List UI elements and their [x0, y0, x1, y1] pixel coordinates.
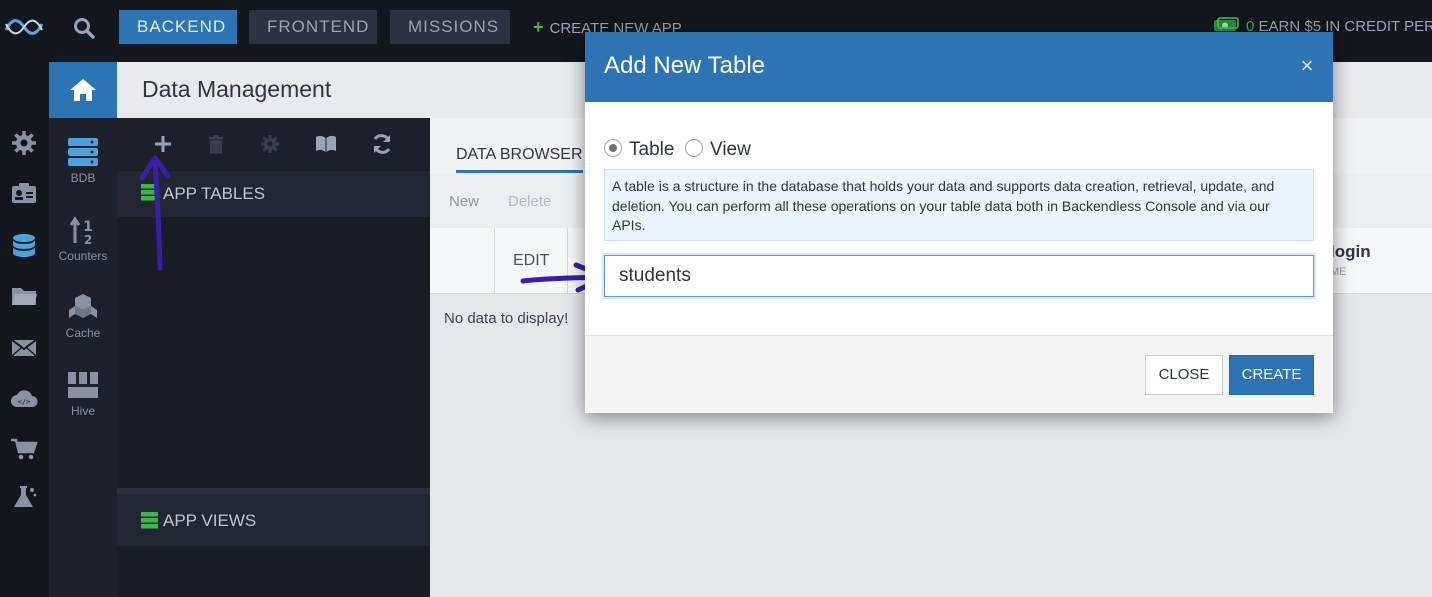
- refresh-icon[interactable]: [371, 133, 393, 155]
- gear-icon[interactable]: [259, 133, 281, 155]
- icon-rail: </>: [0, 55, 48, 597]
- tab-data-browser[interactable]: DATA BROWSER: [456, 146, 583, 173]
- app-views-label: APP VIEWS: [163, 511, 257, 530]
- subnav-item-label: Cache: [65, 326, 101, 340]
- table-stack-icon: [141, 184, 158, 201]
- dialog-header: Add New Table ×: [585, 32, 1333, 102]
- subnav-item-cache[interactable]: Cache: [49, 292, 117, 340]
- folder-icon[interactable]: [10, 283, 38, 309]
- table-name-input[interactable]: [604, 255, 1314, 297]
- subnav-item-bdb[interactable]: BDB: [49, 137, 117, 185]
- envelope-icon[interactable]: [10, 335, 38, 361]
- close-button[interactable]: CLOSE: [1145, 355, 1223, 395]
- backendless-logo-icon[interactable]: [4, 16, 44, 38]
- cache-icon: [69, 294, 97, 318]
- tables-panel: APP TABLES APP VIEWS: [117, 118, 430, 597]
- app-tables-header[interactable]: APP TABLES: [117, 171, 430, 217]
- plus-icon: +: [533, 17, 544, 37]
- book-icon[interactable]: [315, 133, 337, 155]
- hive-icon: [68, 372, 98, 398]
- app-tables-label: APP TABLES: [163, 184, 266, 203]
- add-table-dialog: Add New Table × Table View A table is a …: [585, 32, 1333, 413]
- login-column-header[interactable]: login: [1330, 242, 1371, 262]
- subnav-item-hive[interactable]: Hive: [49, 370, 117, 418]
- svg-text:2: 2: [84, 233, 92, 245]
- view-stack-icon: [141, 512, 158, 529]
- cart-icon[interactable]: [10, 436, 38, 462]
- radio-table-label[interactable]: Table: [629, 139, 674, 161]
- tables-toolbar: [117, 118, 430, 170]
- edit-column-label: EDIT: [513, 252, 550, 269]
- radio-view[interactable]: [685, 139, 703, 157]
- trash-icon[interactable]: [205, 133, 227, 155]
- subnav-item-counters[interactable]: 1 2 Counters: [49, 215, 117, 263]
- empty-state-text: No data to display!: [444, 310, 569, 327]
- radio-view-label[interactable]: View: [710, 139, 751, 161]
- radio-table[interactable]: [604, 139, 622, 157]
- plus-icon[interactable]: [152, 133, 174, 155]
- nav-backend-button[interactable]: BACKEND: [119, 10, 237, 44]
- dialog-footer: CLOSE CREATE: [585, 335, 1333, 413]
- home-button[interactable]: [49, 62, 117, 118]
- subnav-item-label: Counters: [58, 249, 108, 263]
- create-button[interactable]: CREATE: [1229, 355, 1314, 395]
- gear-icon[interactable]: [10, 130, 38, 156]
- table-description: A table is a structure in the database t…: [604, 169, 1314, 241]
- money-icon: [1214, 17, 1239, 31]
- flask-icon[interactable]: [10, 484, 38, 510]
- data-subnav: BDB 1 2 Counters Cache Hive: [49, 62, 117, 597]
- subnav-item-label: BDB: [70, 171, 96, 185]
- app-views-header[interactable]: APP VIEWS: [117, 494, 430, 546]
- cloud-code-icon[interactable]: </>: [10, 386, 38, 412]
- close-icon[interactable]: ×: [1295, 54, 1319, 78]
- delete-record-link[interactable]: Delete: [508, 193, 551, 210]
- edit-column-header: EDIT: [494, 228, 568, 294]
- page-title: Data Management: [142, 76, 332, 102]
- bdb-icon: [68, 138, 98, 166]
- new-record-link[interactable]: New: [449, 193, 479, 210]
- nav-missions-button[interactable]: MISSIONS: [390, 10, 510, 44]
- svg-text:</>: </>: [18, 398, 31, 406]
- search-icon[interactable]: [72, 16, 96, 40]
- subnav-item-label: Hive: [70, 404, 95, 418]
- nav-frontend-button[interactable]: FRONTEND: [249, 10, 377, 44]
- id-card-icon[interactable]: [10, 181, 38, 207]
- home-icon: [70, 79, 96, 101]
- database-icon[interactable]: [10, 233, 38, 259]
- counters-icon: 1 2: [69, 216, 93, 245]
- dialog-title: Add New Table: [604, 52, 765, 79]
